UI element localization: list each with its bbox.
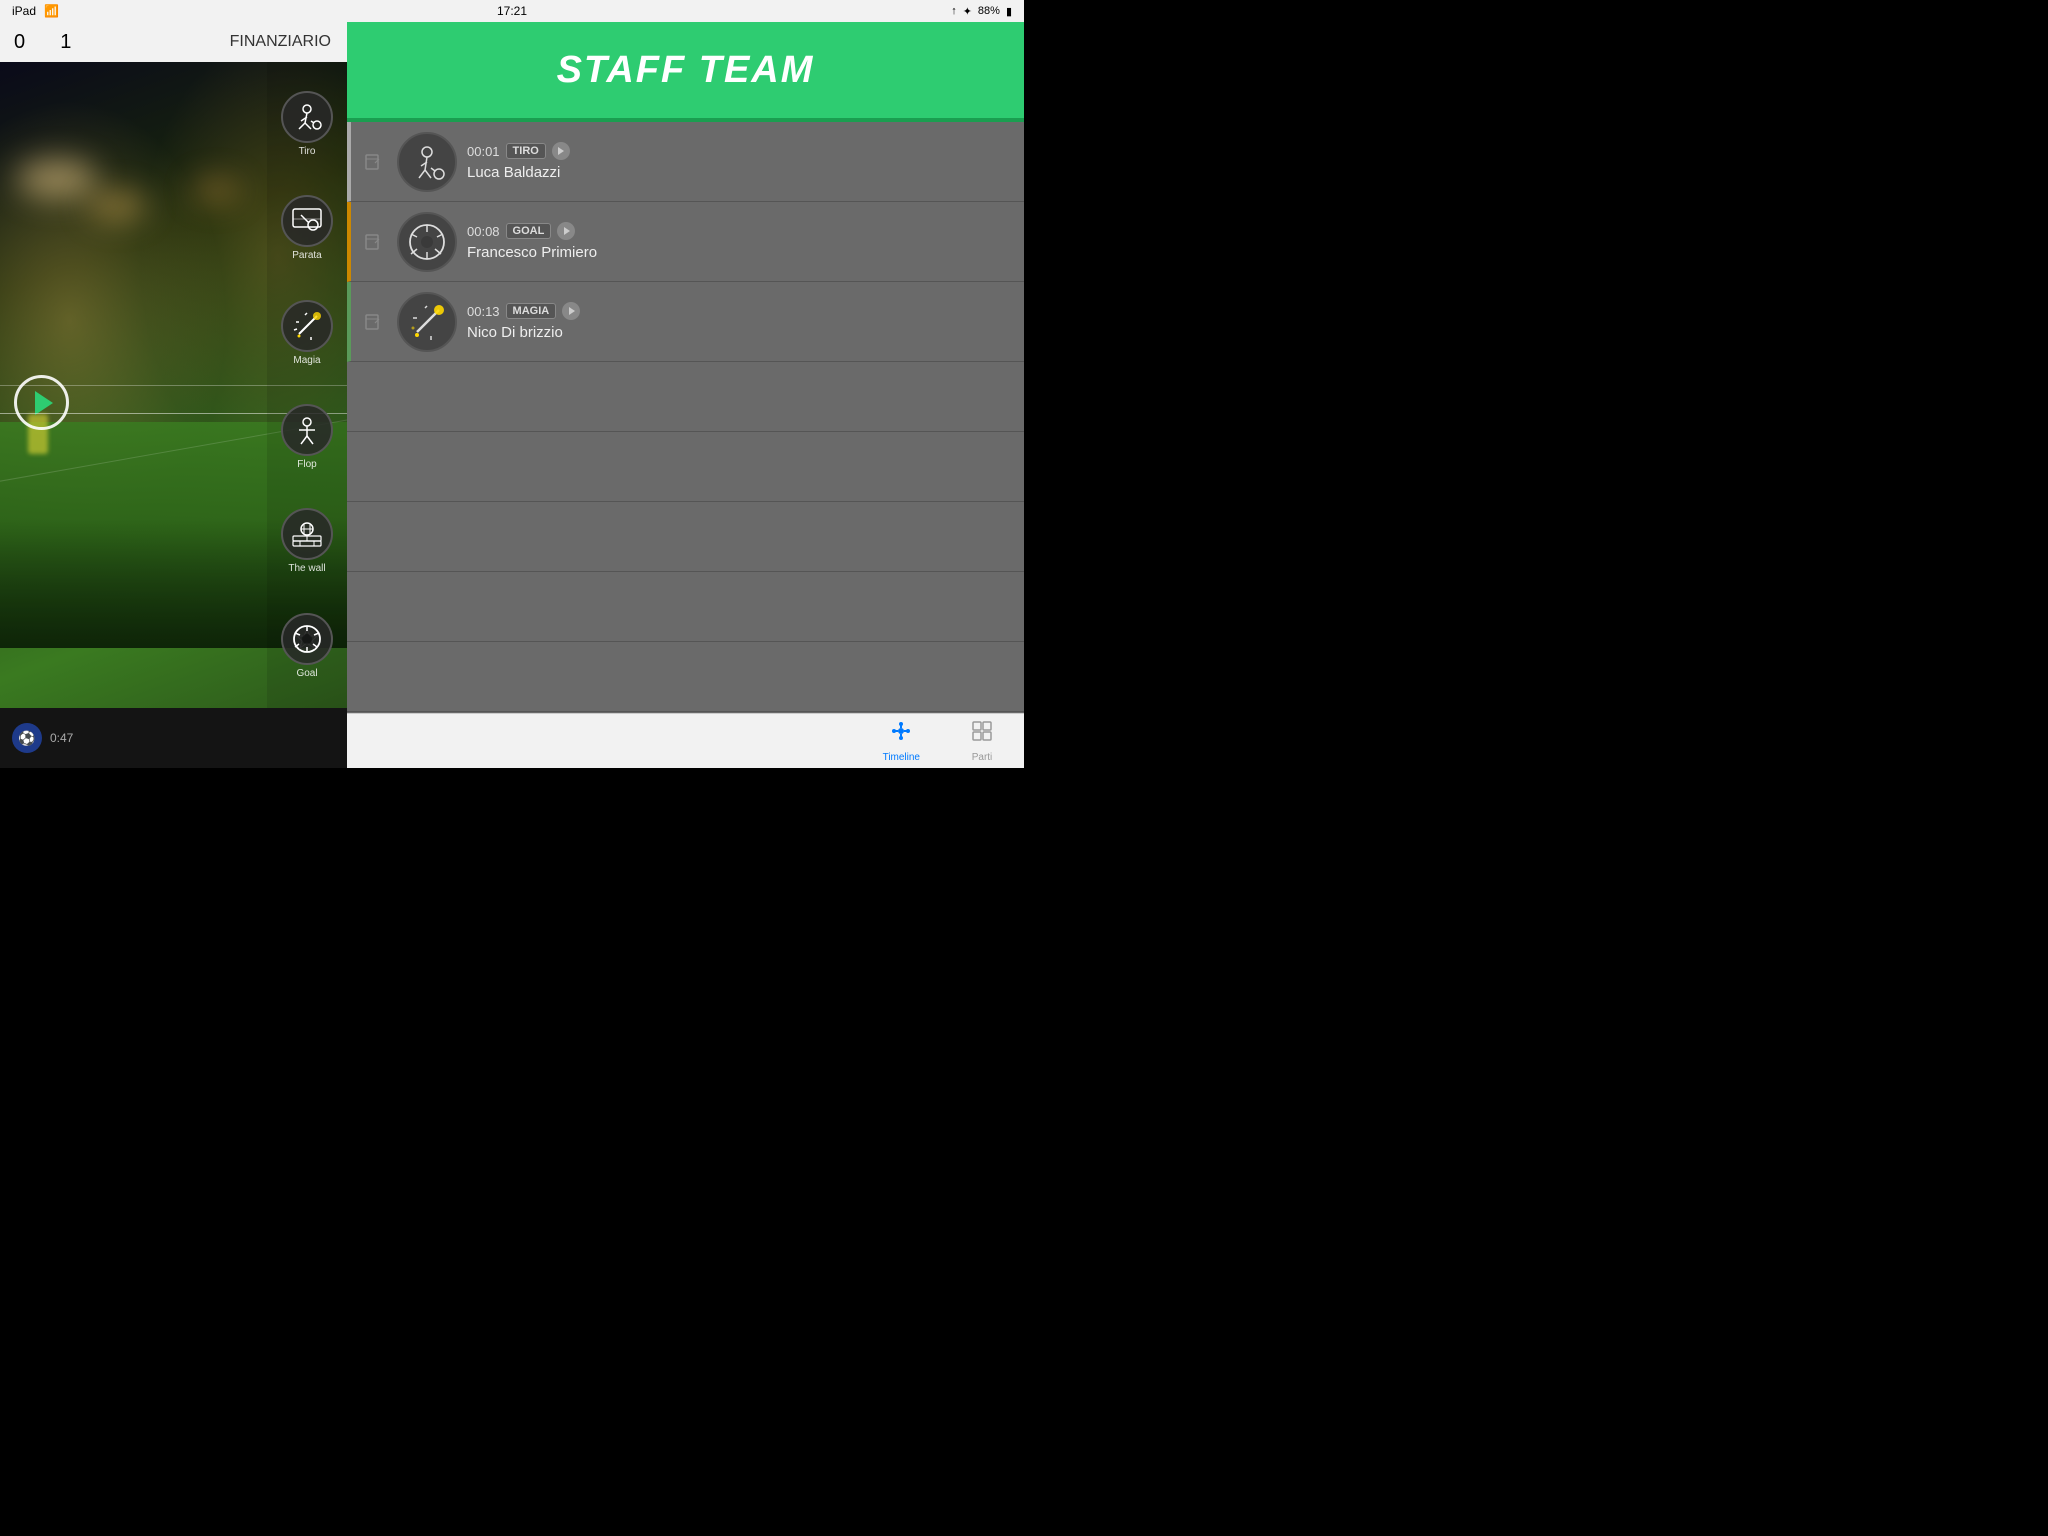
staff-header: STAFF TEAM: [347, 22, 1024, 122]
event-row-empty-5: [347, 642, 1024, 712]
event-row-goal: 00:08 GOAL Francesco Primiero: [347, 202, 1024, 282]
event-play-btn-goal[interactable]: [557, 222, 575, 240]
event-time-tiro: 00:01: [467, 144, 500, 159]
goal-label: Goal: [296, 668, 317, 679]
avatar-goal: [397, 212, 457, 272]
status-right: ↑ ✦ 88% ▮: [951, 5, 1012, 18]
status-time: 17:21: [497, 4, 527, 18]
action-btn-tiro[interactable]: Tiro: [281, 91, 333, 157]
action-btn-parata[interactable]: Parata: [281, 195, 333, 261]
timeline-icon: [889, 719, 913, 749]
action-btn-magia[interactable]: Magia: [281, 300, 333, 366]
event-time-tag-goal: 00:08 GOAL: [467, 222, 1016, 240]
score-team2: 1: [60, 31, 71, 54]
event-tag-magia: MAGIA: [506, 303, 557, 319]
thewall-label: The wall: [288, 563, 325, 574]
light-spot-3: [191, 178, 241, 203]
parti-label: Parti: [972, 752, 993, 763]
event-play-btn-magia[interactable]: [562, 302, 580, 320]
team-name: FINANZIARIO: [230, 33, 331, 51]
event-player-goal: Francesco Primiero: [467, 244, 1016, 261]
score-display: 0 1: [14, 31, 71, 54]
play-triangle-goal: [564, 227, 570, 235]
event-info-goal: 00:08 GOAL Francesco Primiero: [467, 222, 1016, 261]
status-bar: iPad 📶 17:21 ↑ ✦ 88% ▮: [0, 0, 1024, 22]
bluetooth-icon: ✦: [963, 5, 972, 18]
event-player-tiro: Luca Baldazzi: [467, 164, 1016, 181]
event-time-tag-magia: 00:13 MAGIA: [467, 302, 1016, 320]
event-row-empty-2: [347, 432, 1024, 502]
location-icon: ↑: [951, 5, 957, 17]
event-tag-tiro: TIRO: [506, 143, 546, 159]
event-row-empty-1: [347, 362, 1024, 432]
event-tag-goal: GOAL: [506, 223, 552, 239]
tiro-icon: [281, 91, 333, 143]
tiro-label: Tiro: [299, 146, 316, 157]
event-player-magia: Nico Di brizzio: [467, 324, 1016, 341]
event-row-tiro: 00:01 TIRO Luca Baldazzi: [347, 122, 1024, 202]
parti-icon: [970, 719, 994, 749]
goal-icon: [281, 613, 333, 665]
event-time-goal: 00:08: [467, 224, 500, 239]
wifi-icon: 📶: [44, 4, 59, 18]
event-row-empty-3: [347, 502, 1024, 572]
edit-icon-magia[interactable]: [359, 308, 387, 336]
event-time-magia: 00:13: [467, 304, 500, 319]
tab-bar: Timeline Parti: [347, 713, 1024, 768]
event-time-tag-tiro: 00:01 TIRO: [467, 142, 1016, 160]
staff-title: STAFF TEAM: [557, 49, 815, 92]
event-row-empty-4: [347, 572, 1024, 642]
action-btn-thewall[interactable]: The wall: [281, 508, 333, 574]
status-left: iPad 📶: [12, 4, 59, 18]
score-team1: 0: [14, 31, 25, 54]
action-btn-flop[interactable]: Flop: [281, 404, 333, 470]
video-title-bar: 0 1 FINANZIARIO: [0, 22, 347, 62]
flop-label: Flop: [297, 459, 316, 470]
device-name: iPad: [12, 4, 36, 18]
video-bottom-bar: ⚽ 0:47: [0, 708, 347, 768]
avatar-magia: [397, 292, 457, 352]
play-triangle-icon: [35, 391, 53, 415]
parata-label: Parata: [292, 250, 321, 261]
event-info-tiro: 00:01 TIRO Luca Baldazzi: [467, 142, 1016, 181]
avatar-tiro: [397, 132, 457, 192]
event-row-magia: 00:13 MAGIA Nico Di brizzio: [347, 282, 1024, 362]
flop-icon: [281, 404, 333, 456]
video-timestamp: 0:47: [50, 731, 73, 745]
tab-parti[interactable]: Parti: [970, 719, 994, 763]
light-spot-2: [87, 191, 147, 221]
event-info-magia: 00:13 MAGIA Nico Di brizzio: [467, 302, 1016, 341]
event-play-btn-tiro[interactable]: [552, 142, 570, 160]
battery-icon: ▮: [1006, 5, 1012, 18]
team-logo: ⚽: [12, 723, 42, 753]
play-triangle-tiro: [558, 147, 564, 155]
edit-icon-goal[interactable]: [359, 228, 387, 256]
play-button[interactable]: [14, 375, 69, 430]
tab-timeline[interactable]: Timeline: [883, 719, 920, 763]
magia-label: Magia: [293, 355, 320, 366]
play-triangle-magia: [569, 307, 575, 315]
events-list: 00:01 TIRO Luca Baldazzi: [347, 122, 1024, 713]
parata-icon: [281, 195, 333, 247]
main-container: 0 1 FINANZIARIO: [0, 22, 1024, 768]
action-btn-goal[interactable]: Goal: [281, 613, 333, 679]
timeline-label: Timeline: [883, 752, 920, 763]
light-spot-1: [17, 159, 97, 199]
action-buttons-column: Tiro Parata: [267, 62, 347, 708]
staff-panel: STAFF TEAM: [347, 22, 1024, 768]
edit-icon-tiro[interactable]: [359, 148, 387, 176]
score-separator: [37, 31, 48, 54]
video-panel: 0 1 FINANZIARIO: [0, 22, 347, 768]
battery-percentage: 88%: [978, 5, 1000, 17]
magia-icon: [281, 300, 333, 352]
thewall-icon: [281, 508, 333, 560]
